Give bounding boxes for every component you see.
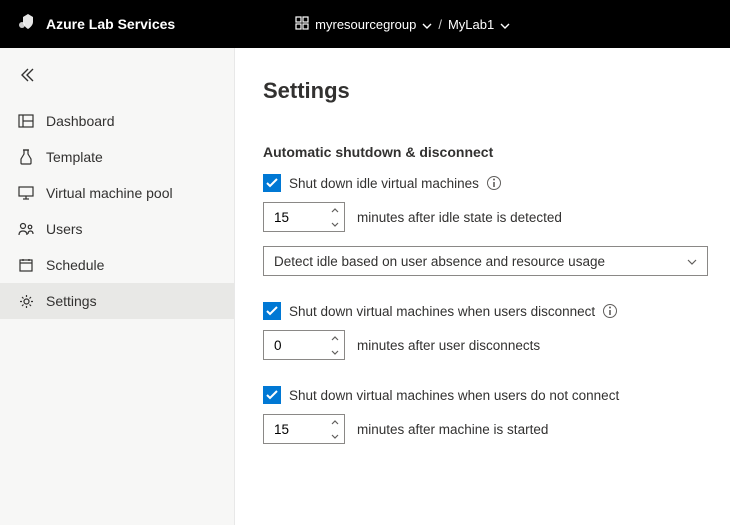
app-logo[interactable]: Azure Lab Services [18,14,175,35]
sidebar-item-vmpool[interactable]: Virtual machine pool [0,175,234,211]
disconnect-minutes-down[interactable] [326,345,344,359]
gear-icon [18,293,34,309]
sidebar-item-label: Virtual machine pool [46,185,173,201]
template-icon [18,149,34,165]
lab-label: MyLab1 [448,17,494,32]
idle-minutes-down[interactable] [326,217,344,231]
disconnect-group: Shut down virtual machines when users di… [263,302,702,360]
sidebar-item-schedule[interactable]: Schedule [0,247,234,283]
azure-icon [18,14,38,35]
sidebar-item-dashboard[interactable]: Dashboard [0,103,234,139]
idle-dropdown-value: Detect idle based on user absence and re… [274,254,605,269]
sidebar-item-label: Template [46,149,103,165]
idle-helper: minutes after idle state is detected [357,210,562,225]
idle-checkbox[interactable] [263,174,281,192]
chevron-down-icon [422,17,432,32]
section-title: Automatic shutdown & disconnect [263,144,702,160]
resource-group-label: myresourcegroup [315,17,416,32]
idle-group: Shut down idle virtual machines minutes … [263,174,702,276]
sidebar-item-template[interactable]: Template [0,139,234,175]
noconnect-checkbox-label: Shut down virtual machines when users do… [289,388,619,403]
noconnect-helper: minutes after machine is started [357,422,548,437]
dashboard-icon [18,113,34,129]
content-area: Settings Automatic shutdown & disconnect… [235,48,730,525]
collapse-sidebar-button[interactable] [0,60,234,103]
sidebar-item-label: Settings [46,293,97,309]
disconnect-checkbox[interactable] [263,302,281,320]
info-icon[interactable] [603,304,617,318]
idle-detection-dropdown[interactable]: Detect idle based on user absence and re… [263,246,708,276]
chevron-down-icon [500,17,510,32]
sidebar: Dashboard Template Virtual machine pool … [0,48,235,525]
disconnect-minutes-up[interactable] [326,331,344,345]
sidebar-item-label: Users [46,221,83,237]
disconnect-helper: minutes after user disconnects [357,338,540,353]
idle-minutes-up[interactable] [326,203,344,217]
sidebar-item-label: Dashboard [46,113,115,129]
info-icon[interactable] [487,176,501,190]
breadcrumb-resource-group[interactable]: myresourcegroup [315,17,432,32]
page-title: Settings [263,78,702,104]
disconnect-checkbox-label: Shut down virtual machines when users di… [289,304,595,319]
top-bar: Azure Lab Services myresourcegroup / MyL… [0,0,730,48]
resource-group-icon [295,16,309,33]
sidebar-item-users[interactable]: Users [0,211,234,247]
noconnect-minutes-down[interactable] [326,429,344,443]
breadcrumb: myresourcegroup / MyLab1 [295,16,510,33]
users-icon [18,221,34,237]
noconnect-checkbox[interactable] [263,386,281,404]
breadcrumb-lab[interactable]: MyLab1 [448,17,510,32]
calendar-icon [18,257,34,273]
idle-checkbox-label: Shut down idle virtual machines [289,176,479,191]
noconnect-group: Shut down virtual machines when users do… [263,386,702,444]
monitor-icon [18,185,34,201]
breadcrumb-separator: / [438,17,442,32]
app-name: Azure Lab Services [46,16,175,32]
sidebar-item-settings[interactable]: Settings [0,283,234,319]
noconnect-minutes-up[interactable] [326,415,344,429]
sidebar-item-label: Schedule [46,257,104,273]
chevron-down-icon [687,252,697,270]
